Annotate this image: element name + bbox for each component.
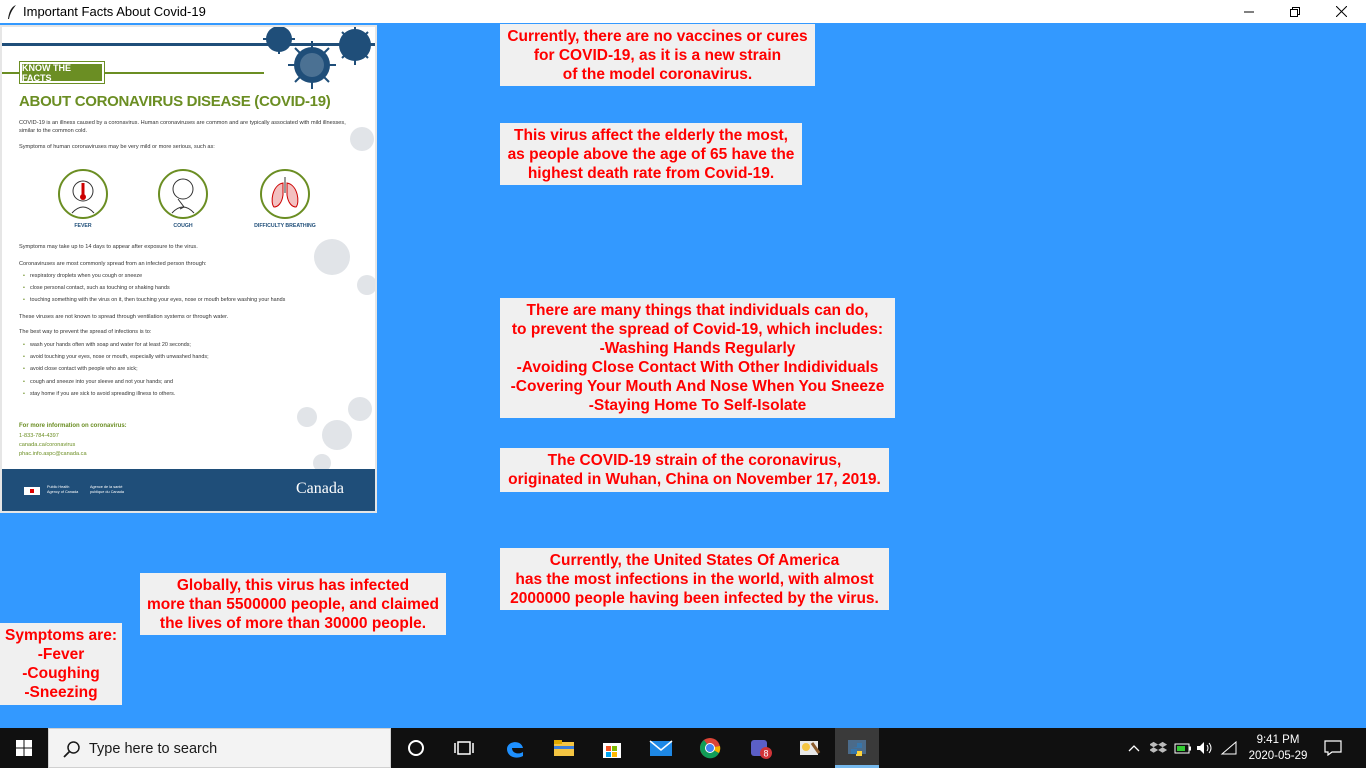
poster-title: ABOUT CORONAVIRUS DISEASE (COVID-19) bbox=[19, 93, 331, 110]
task-view-button[interactable] bbox=[440, 728, 488, 768]
notification-icon bbox=[1324, 740, 1342, 756]
fact-usa: Currently, the United States Of America … bbox=[500, 548, 889, 610]
minimize-button[interactable] bbox=[1226, 0, 1272, 23]
agency-name-en: Public Health Agency of Canada bbox=[47, 485, 79, 494]
fact-elderly: This virus affect the elderly the most, … bbox=[500, 123, 802, 185]
volume-icon bbox=[1197, 742, 1212, 754]
poster-rule bbox=[104, 72, 264, 74]
clock-date: 2020-05-29 bbox=[1248, 750, 1308, 762]
task-view-icon bbox=[454, 741, 474, 755]
python-app-button[interactable] bbox=[835, 728, 879, 768]
chrome-icon bbox=[700, 738, 721, 759]
app-canvas: KNOW THE FACTS ABOUT CORONAVIRUS DISEASE… bbox=[0, 23, 1366, 728]
edge-icon bbox=[507, 742, 523, 758]
action-center-button[interactable] bbox=[1320, 728, 1346, 768]
paint-button[interactable] bbox=[786, 728, 834, 768]
battery-tray-button[interactable] bbox=[1172, 728, 1194, 768]
teams-button[interactable]: 8 bbox=[737, 728, 785, 768]
clock[interactable]: 9:41 PM 2020-05-29 bbox=[1242, 732, 1314, 764]
search-box[interactable]: Type here to search bbox=[48, 728, 391, 768]
cortana-button[interactable] bbox=[392, 728, 440, 768]
poster-email: phac.info.aspc@canada.ca bbox=[19, 451, 87, 457]
fever-icon bbox=[58, 169, 108, 219]
restore-button[interactable] bbox=[1272, 0, 1318, 23]
file-explorer-button[interactable] bbox=[540, 728, 588, 768]
fact-vaccines: Currently, there are no vaccines or cure… bbox=[500, 24, 815, 86]
start-button[interactable] bbox=[0, 728, 48, 768]
edge-button[interactable] bbox=[491, 728, 539, 768]
battery-icon bbox=[1174, 743, 1191, 754]
store-icon bbox=[603, 743, 621, 758]
dropbox-icon bbox=[1150, 741, 1168, 753]
chevron-up-icon bbox=[1128, 745, 1140, 752]
search-placeholder: Type here to search bbox=[89, 741, 218, 757]
taskbar: Type here to search 8 9:41 PM 2020-05-29 bbox=[0, 728, 1366, 768]
close-icon bbox=[1335, 6, 1347, 17]
poster-link: canada.ca/coronavirus bbox=[19, 442, 76, 448]
mail-button[interactable] bbox=[637, 728, 685, 768]
teams-badge: 8 bbox=[763, 749, 768, 759]
file-explorer-icon bbox=[554, 740, 574, 756]
paint-icon bbox=[800, 741, 821, 755]
symptom-label: FEVER bbox=[74, 223, 92, 229]
minimize-icon bbox=[1244, 11, 1254, 12]
virus-illustration bbox=[263, 27, 373, 89]
window-title: Important Facts About Covid-19 bbox=[23, 4, 206, 19]
cortana-icon bbox=[408, 740, 424, 756]
poster-tag: KNOW THE FACTS bbox=[19, 61, 105, 84]
close-button[interactable] bbox=[1318, 0, 1364, 23]
fact-origin: The COVID-19 strain of the coronavirus, … bbox=[500, 448, 889, 492]
mail-icon bbox=[649, 740, 673, 756]
show-hidden-icons-button[interactable] bbox=[1124, 728, 1144, 768]
poster-phone: 1-833-784-4397 bbox=[19, 433, 59, 439]
python-icon bbox=[848, 740, 866, 756]
teams-icon: 8 bbox=[751, 740, 772, 759]
network-tray-button[interactable] bbox=[1218, 728, 1240, 768]
windows-icon bbox=[16, 740, 32, 756]
poster-info-heading: For more information on coronavirus: bbox=[19, 423, 127, 429]
clock-time: 9:41 PM bbox=[1256, 734, 1300, 746]
title-bar: Important Facts About Covid-19 bbox=[0, 0, 1366, 23]
virus-illustration bbox=[297, 127, 375, 472]
agency-name-fr: Agence de la santé publique du Canada bbox=[90, 485, 124, 494]
poster-footer: Public Health Agency of Canada Agence de… bbox=[2, 469, 375, 511]
poster-rule bbox=[2, 72, 20, 74]
store-button[interactable] bbox=[588, 728, 636, 768]
search-icon bbox=[63, 741, 80, 758]
feather-icon bbox=[8, 5, 16, 19]
canada-wordmark: Canada bbox=[296, 480, 344, 497]
cough-icon bbox=[158, 169, 208, 219]
fact-global: Globally, this virus has infected more t… bbox=[140, 573, 446, 635]
wifi-icon bbox=[1220, 741, 1237, 755]
covid-facts-poster: KNOW THE FACTS ABOUT CORONAVIRUS DISEASE… bbox=[0, 25, 377, 513]
canada-flag-icon bbox=[24, 487, 40, 495]
fact-prevention: There are many things that individuals c… bbox=[500, 298, 895, 418]
symptom-label: COUGH bbox=[173, 223, 193, 229]
restore-icon bbox=[1290, 6, 1300, 17]
fact-symptoms: Symptoms are: -Fever -Coughing -Sneezing bbox=[0, 623, 122, 705]
volume-tray-button[interactable] bbox=[1194, 728, 1216, 768]
dropbox-tray-button[interactable] bbox=[1148, 728, 1170, 768]
chrome-button[interactable] bbox=[686, 728, 734, 768]
